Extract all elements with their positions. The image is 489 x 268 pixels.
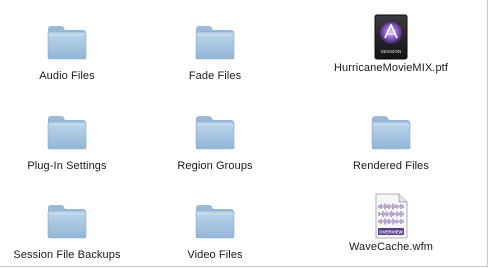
folder-icon [193, 22, 237, 62]
file-icon-grid: Audio Files Fade Files SESSION Hurricane… [0, 0, 486, 267]
file-label: Audio Files [39, 70, 95, 82]
file-item-audio-files[interactable]: Audio Files [0, 0, 134, 90]
file-label: Video Files [187, 249, 243, 261]
overview-icon-text: OVERVIEW [379, 229, 403, 234]
waveform-cache-icon: OVERVIEW [375, 193, 408, 239]
finder-window: Audio Files Fade Files SESSION Hurricane… [0, 0, 488, 267]
file-item-region-groups[interactable]: Region Groups [134, 90, 296, 179]
pro-tools-session-icon: SESSION [374, 14, 408, 60]
file-label: Plug-In Settings [27, 160, 107, 172]
file-label: Rendered Files [353, 160, 429, 172]
folder-icon [369, 112, 413, 152]
file-label: WaveCache.wfm [348, 241, 434, 253]
folder-icon [193, 201, 237, 241]
folder-icon [193, 112, 237, 152]
session-icon-text: SESSION [381, 49, 401, 54]
file-item-plug-in-settings[interactable]: Plug-In Settings [0, 90, 134, 179]
file-label: Session File Backups [13, 249, 121, 261]
file-item-session-file-backups[interactable]: Session File Backups [0, 179, 134, 267]
file-label: HurricaneMovieMIX.ptf [334, 62, 448, 74]
file-item-fade-files[interactable]: Fade Files [134, 0, 296, 90]
folder-icon [45, 22, 89, 62]
file-item-rendered-files[interactable]: Rendered Files [296, 90, 486, 179]
file-label: Region Groups [177, 160, 253, 172]
file-label: Fade Files [188, 70, 242, 82]
file-item-hurricanemoviemix-ptf[interactable]: SESSION HurricaneMovieMIX.ptf [296, 0, 486, 90]
file-item-video-files[interactable]: Video Files [134, 179, 296, 267]
folder-icon [45, 112, 89, 152]
folder-icon [45, 201, 89, 241]
file-item-wavecache-wfm[interactable]: OVERVIEW WaveCache.wfm [296, 179, 486, 267]
